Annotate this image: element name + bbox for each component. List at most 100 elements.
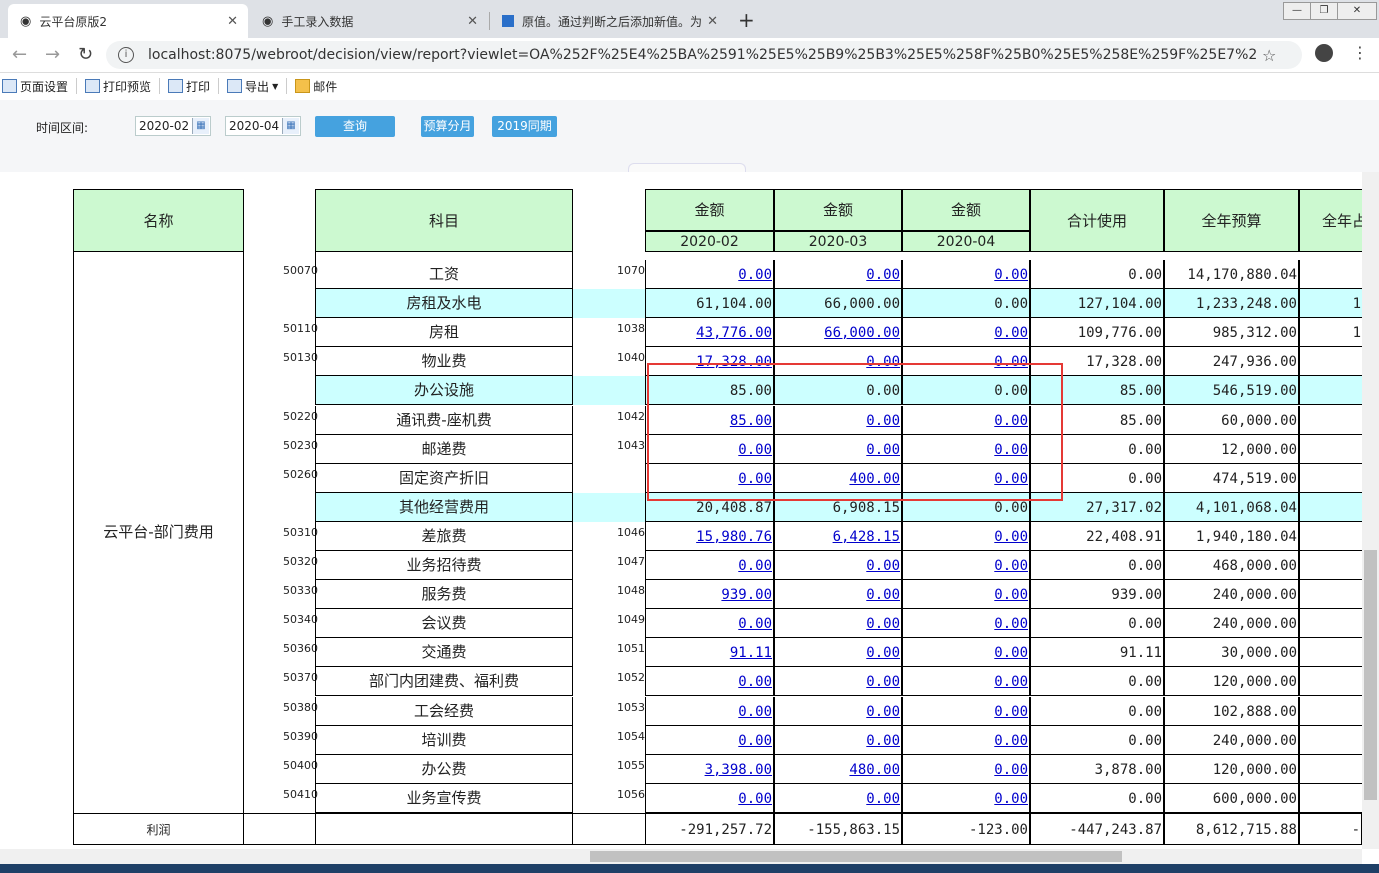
amount-cell-m3[interactable]: 0.00: [902, 638, 1030, 668]
annual-budget-cell: 4,101,068.04: [1164, 492, 1299, 522]
export-button[interactable]: 导出 ▼: [225, 78, 278, 95]
amount-cell-m1[interactable]: 0.00: [645, 551, 774, 581]
amount-cell-m1[interactable]: 43,776.00: [645, 318, 774, 348]
amount-cell-m3[interactable]: 0.00: [902, 667, 1030, 697]
amount-cell-m1[interactable]: 0.00: [645, 609, 774, 639]
annual-budget-cell: 247,936.00: [1164, 347, 1299, 377]
page-setup-button[interactable]: 页面设置: [0, 78, 68, 95]
amount-cell-m1[interactable]: 91.11: [645, 638, 774, 668]
amount-cell-m1[interactable]: 15,980.76: [645, 521, 774, 551]
amount-cell-m2[interactable]: 0.00: [774, 783, 902, 813]
subject-cell: 邮递费: [315, 434, 573, 464]
compare-2019-button[interactable]: 2019同期: [492, 116, 557, 137]
url-text[interactable]: localhost:8075/webroot/decision/view/rep…: [148, 47, 1258, 63]
star-icon[interactable]: ☆: [1262, 46, 1276, 65]
vertical-scrollbar-thumb[interactable]: [1364, 550, 1377, 800]
amount-cell-m1[interactable]: 0.00: [645, 783, 774, 813]
account-code: 50310: [283, 525, 318, 539]
tab-manual-entry[interactable]: ◉ 手工录入数据 ✕: [250, 4, 488, 38]
amount-cell-m1[interactable]: 0.00: [645, 725, 774, 755]
amount-cell-m1[interactable]: 939.00: [645, 580, 774, 610]
reload-icon[interactable]: ↻: [78, 44, 93, 65]
account-code: [283, 376, 315, 405]
tab-title: 手工录入数据: [281, 14, 354, 29]
amount-cell-m2[interactable]: 66,000.00: [774, 318, 902, 348]
total-used-cell: 0.00: [1030, 667, 1164, 697]
amount-cell-m3[interactable]: 0.00: [902, 783, 1030, 813]
tab-third[interactable]: 原值。通过判断之后添加新值。为 ✕: [490, 4, 728, 38]
total-used-cell: 22,408.91: [1030, 521, 1164, 551]
amount-cell-m2[interactable]: 0.00: [774, 580, 902, 610]
close-icon[interactable]: ✕: [467, 14, 478, 29]
amount-cell-m2[interactable]: 0.00: [774, 551, 902, 581]
print-label: 打印: [186, 79, 211, 94]
amount-cell-m3[interactable]: 0.00: [902, 551, 1030, 581]
amount-cell-m2[interactable]: 0.00: [774, 260, 902, 290]
amount-cell-m1[interactable]: 0.00: [645, 260, 774, 290]
print-preview-button[interactable]: 打印预览: [83, 78, 151, 95]
total-used-cell: 91.11: [1030, 638, 1164, 668]
subject-cell: 业务招待费: [315, 551, 573, 581]
start-date-input[interactable]: 2020-02 ▦: [135, 116, 211, 136]
restore-icon[interactable]: ❐: [1310, 2, 1338, 20]
amount-cell-m1[interactable]: 0.00: [645, 696, 774, 726]
end-date-value: 2020-04: [229, 119, 280, 133]
amount-cell-m1[interactable]: 3,398.00: [645, 754, 774, 784]
header-amount: 金额: [774, 189, 902, 231]
end-date-input[interactable]: 2020-04 ▦: [225, 116, 301, 136]
profit-empty: [244, 812, 315, 845]
annual-budget-cell: 240,000.00: [1164, 580, 1299, 610]
ref-code: [615, 493, 645, 522]
amount-cell-m3[interactable]: 0.00: [902, 754, 1030, 784]
more-menu-icon[interactable]: ⋮: [1352, 43, 1368, 62]
subject-cell: 其他经营费用: [315, 492, 573, 522]
amount-cell-m2[interactable]: 0.00: [774, 725, 902, 755]
account-code: 50070: [283, 264, 318, 277]
amount-cell-m1[interactable]: 0.00: [645, 667, 774, 697]
info-icon[interactable]: i: [118, 47, 134, 63]
amount-cell-m2[interactable]: 0.00: [774, 638, 902, 668]
annual-budget-cell: 546,519.00: [1164, 376, 1299, 406]
account-code: 50130: [283, 351, 318, 365]
amount-cell-m3[interactable]: 0.00: [902, 260, 1030, 290]
profile-icon[interactable]: [1315, 44, 1333, 62]
amount-cell-m2[interactable]: 480.00: [774, 754, 902, 784]
print-button[interactable]: 打印: [166, 78, 210, 95]
amount-cell-m2[interactable]: 6,428.15: [774, 521, 902, 551]
tab-title: 原值。通过判断之后添加新值。为: [522, 14, 702, 29]
back-icon[interactable]: ←: [12, 44, 27, 65]
group-name-cell: 云平台-部门费用: [73, 252, 244, 813]
email-button[interactable]: 邮件: [293, 78, 337, 95]
close-window-icon[interactable]: ✕: [1337, 2, 1377, 20]
amount-cell-m3[interactable]: 0.00: [902, 318, 1030, 348]
account-code: 50400: [283, 758, 318, 772]
annual-ratio-cell: [1299, 580, 1362, 610]
amount-cell-m3[interactable]: 0.00: [902, 696, 1030, 726]
query-button[interactable]: 查询: [315, 116, 395, 137]
amount-cell-m3[interactable]: 0.00: [902, 609, 1030, 639]
subject-cell: 房租及水电: [315, 289, 573, 319]
amount-cell-m1: 61,104.00: [645, 289, 774, 319]
horizontal-scrollbar-thumb[interactable]: [590, 851, 1122, 862]
amount-cell-m3[interactable]: 0.00: [902, 580, 1030, 610]
subject-cell: 工资: [315, 260, 573, 290]
amount-cell-m3[interactable]: 0.00: [902, 521, 1030, 551]
minimize-icon[interactable]: —: [1283, 2, 1311, 20]
print-preview-label: 打印预览: [103, 79, 152, 94]
amount-cell-m3[interactable]: 0.00: [902, 725, 1030, 755]
amount-cell-m2[interactable]: 0.00: [774, 667, 902, 697]
forward-icon[interactable]: →: [45, 44, 60, 65]
close-icon[interactable]: ✕: [707, 14, 718, 29]
close-icon[interactable]: ✕: [227, 14, 238, 29]
tab-active[interactable]: ◉ 云平台原版2 ✕: [8, 4, 248, 38]
amount-cell-m2[interactable]: 0.00: [774, 696, 902, 726]
new-tab-icon[interactable]: +: [738, 8, 755, 32]
ref-code: 1055: [617, 758, 645, 772]
calendar-icon[interactable]: ▦: [282, 118, 299, 134]
calendar-icon[interactable]: ▦: [192, 118, 209, 134]
amount-cell-m2[interactable]: 0.00: [774, 609, 902, 639]
address-bar[interactable]: i localhost:8075/webroot/decision/view/r…: [106, 41, 1302, 69]
budget-monthly-button[interactable]: 预算分月: [421, 116, 474, 137]
header-month: 2020-04: [902, 231, 1030, 252]
profit-empty: [573, 812, 645, 845]
